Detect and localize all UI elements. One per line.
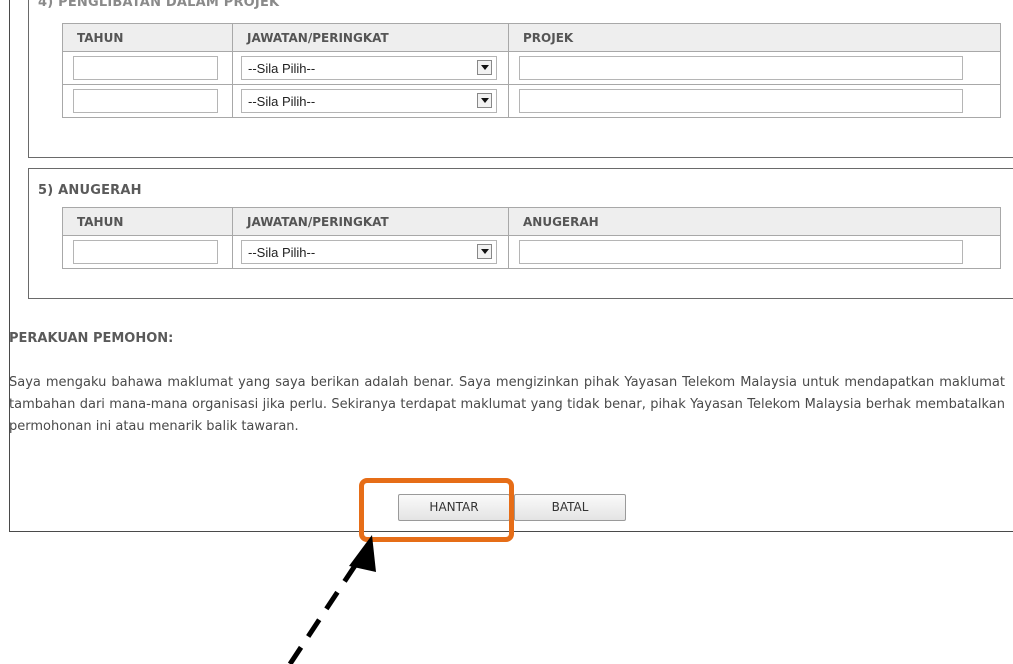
dashed-arrow-icon bbox=[287, 535, 376, 664]
